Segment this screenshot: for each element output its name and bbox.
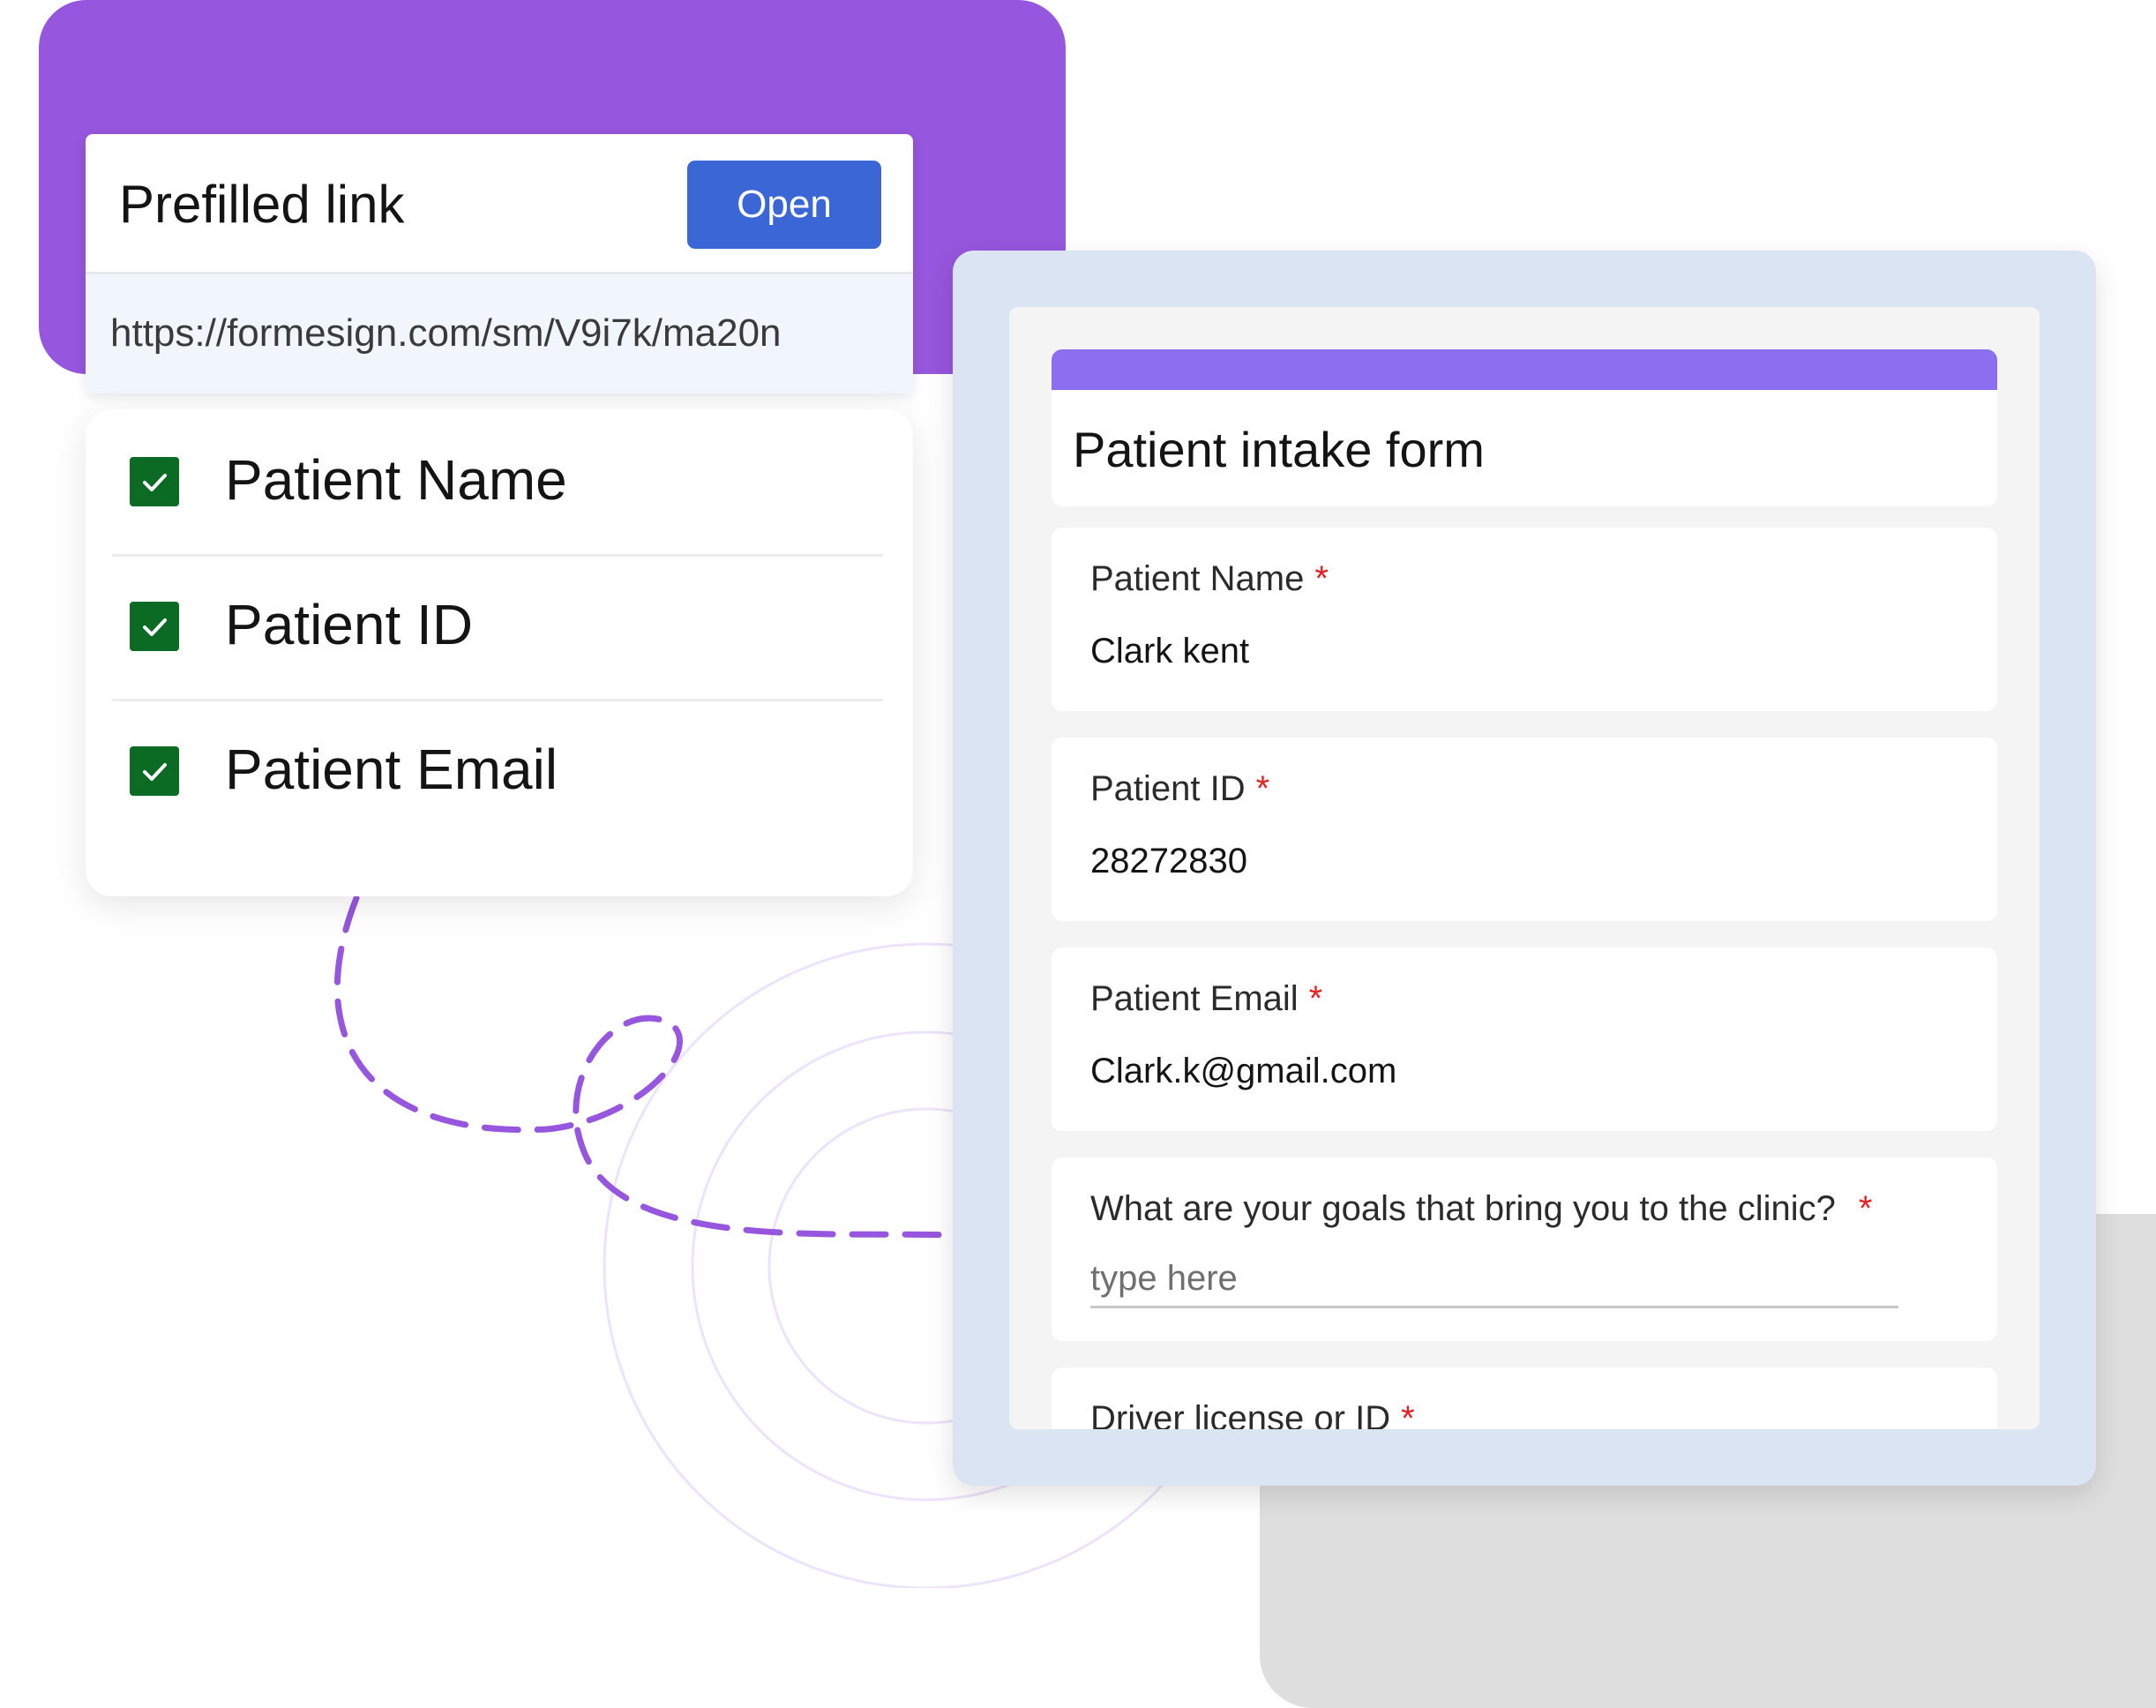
field-patient-email: Patient Email * Clark.k@gmail.com (1052, 948, 1997, 1131)
field-value[interactable]: 28272830 (1090, 840, 1247, 882)
field-label-text: Patient Email (1090, 979, 1299, 1018)
prefilled-link-url[interactable]: https://formesign.com/sm/V9i7k/ma20n (110, 311, 782, 356)
field-label: Driver license or ID * (1090, 1397, 1415, 1429)
checkmark-icon (143, 474, 167, 491)
prefilled-link-title: Prefilled link (119, 175, 405, 234)
prefill-item-label: Patient Name (225, 448, 567, 512)
field-label: What are your goals that bring you to th… (1090, 1187, 1872, 1230)
field-patient-id: Patient ID * 28272830 (1052, 738, 1997, 921)
required-asterisk: * (1308, 979, 1323, 1018)
field-clinic-goals: What are your goals that bring you to th… (1052, 1157, 1997, 1341)
dashed-connector-path (333, 895, 954, 1239)
field-label-text: Patient ID (1090, 769, 1246, 808)
field-value[interactable]: Clark.k@gmail.com (1090, 1050, 1396, 1092)
checkbox-checked[interactable] (130, 457, 179, 506)
prefill-item-label: Patient Email (225, 738, 558, 801)
field-driver-license: Driver license or ID * (1052, 1367, 1997, 1429)
prefill-item-patient-name[interactable]: Patient Name (112, 409, 883, 557)
checkbox-checked[interactable] (130, 746, 179, 796)
prefilled-link-url-area[interactable]: https://formesign.com/sm/V9i7k/ma20n (86, 274, 913, 393)
field-label-text: Patient Name (1090, 559, 1305, 598)
field-label-text: Driver license or ID (1090, 1399, 1391, 1429)
checkmark-icon (143, 618, 167, 636)
field-value[interactable]: Clark kent (1090, 630, 1249, 672)
goals-text-input[interactable] (1090, 1251, 1898, 1308)
required-asterisk: * (1255, 769, 1270, 808)
intake-form-body[interactable]: Patient intake form Patient Name * Clark … (1009, 307, 2040, 1429)
intake-form-window: Patient intake form Patient Name * Clark … (953, 251, 2096, 1486)
prefill-item-patient-id[interactable]: Patient ID (112, 554, 883, 701)
prefilled-link-header: Prefilled link Open (86, 134, 913, 274)
prefill-field-list: Patient Name Patient ID Patient Email (86, 409, 913, 896)
field-label: Patient Email * (1090, 978, 1322, 1020)
required-asterisk: * (1858, 1189, 1873, 1228)
required-asterisk: * (1401, 1399, 1415, 1429)
field-patient-name: Patient Name * Clark kent (1052, 528, 1997, 711)
required-asterisk: * (1314, 559, 1329, 598)
open-button[interactable]: Open (687, 161, 881, 249)
prefill-item-label: Patient ID (225, 593, 474, 656)
form-accent-bar (1052, 349, 1997, 390)
prefill-item-patient-email[interactable]: Patient Email (112, 699, 883, 843)
field-label: Patient Name * (1090, 558, 1329, 600)
field-label: Patient ID * (1090, 768, 1269, 810)
prefilled-link-card: Prefilled link Open https://formesign.co… (86, 134, 913, 393)
field-label-text: What are your goals that bring you to th… (1090, 1189, 1836, 1228)
form-title: Patient intake form (1073, 422, 1485, 477)
checkbox-checked[interactable] (130, 602, 179, 651)
form-title-card: Patient intake form (1052, 349, 1997, 506)
checkmark-icon (143, 763, 167, 781)
